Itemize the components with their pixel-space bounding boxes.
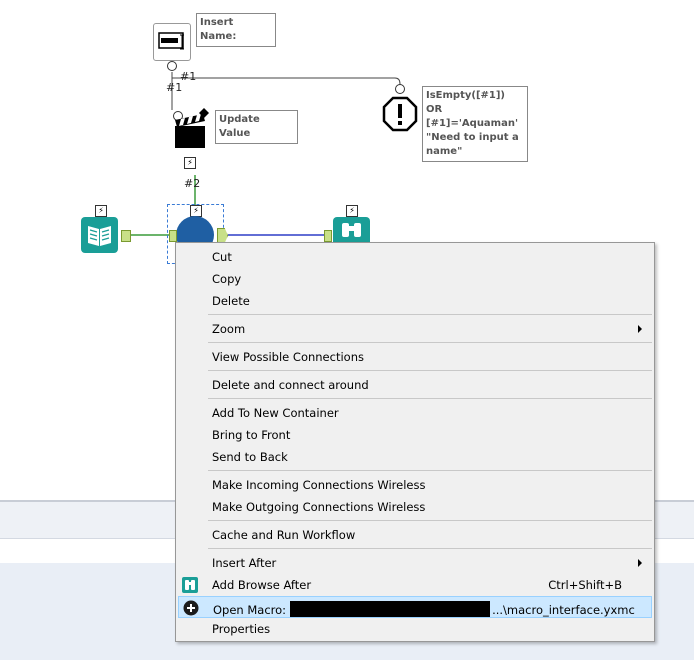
binoculars-icon: [182, 577, 198, 593]
lightning-icon: ⚡: [346, 205, 358, 217]
lightning-icon: ⚡: [184, 157, 196, 169]
input-anchor[interactable]: [169, 230, 177, 242]
menu-item-delete-connect-around[interactable]: Delete and connect around: [178, 374, 652, 396]
menu-item-incoming-wireless[interactable]: Make Incoming Connections Wireless: [178, 474, 652, 496]
connection-label: #1: [180, 70, 197, 83]
output-anchor[interactable]: [121, 230, 131, 242]
error-message-annotation: IsEmpty([#1]) OR [#1]='Aquaman' "Need to…: [422, 86, 528, 162]
menu-separator: [208, 370, 652, 371]
menu-separator: [208, 398, 652, 399]
input-data-tool[interactable]: [81, 217, 118, 253]
action-tool[interactable]: [172, 108, 210, 150]
browse-tool[interactable]: [333, 217, 370, 242]
warning-octagon-icon: [382, 96, 418, 132]
shortcut-text: Ctrl+Shift+B: [548, 578, 622, 592]
book-icon: [88, 226, 111, 246]
menu-item-properties[interactable]: Properties: [178, 618, 652, 640]
menu-item-bring-front[interactable]: Bring to Front: [178, 424, 652, 446]
text-input-tool[interactable]: [153, 23, 191, 61]
menu-separator: [208, 520, 652, 521]
binoculars-icon: [342, 223, 361, 237]
menu-separator: [208, 548, 652, 549]
menu-separator: [208, 342, 652, 343]
menu-item-copy[interactable]: Copy: [178, 268, 652, 290]
text-input-icon: [158, 32, 184, 50]
menu-separator: [208, 470, 652, 471]
redacted-path: [290, 601, 491, 617]
macro-path: ...\macro_interface.yxmc: [492, 603, 635, 617]
open-macro-label: Open Macro:: [213, 603, 287, 617]
menu-separator: [208, 314, 652, 315]
menu-item-insert-after[interactable]: Insert After: [178, 552, 652, 574]
menu-item-add-container[interactable]: Add To New Container: [178, 402, 652, 424]
menu-item-delete[interactable]: Delete: [178, 290, 652, 312]
action-annotation: Update Value: [215, 110, 298, 144]
submenu-arrow-icon: [638, 325, 642, 333]
menu-item-send-back[interactable]: Send to Back: [178, 446, 652, 468]
text-input-annotation: Insert Name:: [196, 13, 276, 47]
context-menu: Cut Copy Delete Zoom View Possible Conne…: [175, 242, 655, 642]
menu-item-outgoing-wireless[interactable]: Make Outgoing Connections Wireless: [178, 496, 652, 518]
menu-item-view-connections[interactable]: View Possible Connections: [178, 346, 652, 368]
input-anchor[interactable]: [324, 230, 332, 242]
connection-label: #1: [166, 81, 183, 94]
connection-label: #2: [184, 177, 201, 190]
clapperboard-icon: [175, 108, 209, 148]
input-anchor[interactable]: [395, 84, 405, 94]
error-message-tool[interactable]: [382, 96, 418, 132]
menu-item-cache-run[interactable]: Cache and Run Workflow: [178, 524, 652, 546]
submenu-arrow-icon: [638, 559, 642, 567]
plus-circle-icon: [183, 600, 199, 616]
menu-item-open-macro[interactable]: Open Macro: ...\macro_interface.yxmc: [178, 596, 652, 618]
menu-item-zoom[interactable]: Zoom: [178, 318, 652, 340]
lightning-icon: ⚡: [95, 205, 107, 217]
menu-item-cut[interactable]: Cut: [178, 246, 652, 268]
output-anchor[interactable]: [167, 61, 177, 71]
menu-item-add-browse-after[interactable]: Add Browse After Ctrl+Shift+B: [178, 574, 652, 596]
